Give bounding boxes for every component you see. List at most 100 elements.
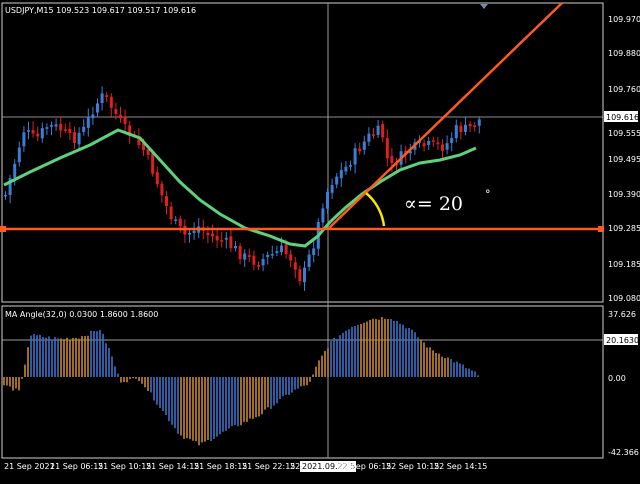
candle [390, 156, 394, 164]
candle [96, 103, 99, 113]
candle [261, 259, 265, 266]
candle [188, 233, 191, 235]
candle [326, 191, 329, 209]
candle [238, 246, 242, 260]
candle [151, 153, 155, 174]
candle [464, 124, 467, 132]
horizontal-line-handle-right[interactable] [598, 226, 604, 232]
price-axis-label: 109.080 [608, 294, 640, 303]
time-axis-label: 22 [290, 462, 300, 471]
candle [270, 254, 274, 256]
candle [477, 119, 481, 126]
candle [436, 142, 440, 145]
candle [114, 109, 118, 114]
candle [119, 114, 122, 119]
candle [445, 143, 449, 150]
candle [358, 148, 362, 152]
indicator-level-label: 20.1630 [606, 336, 639, 345]
time-axis-label: 21 Sep 14:15 [146, 462, 199, 471]
candle [303, 267, 306, 283]
main-chart-frame [1, 2, 604, 303]
price-axis-label: 109.555 [608, 129, 640, 138]
candle [224, 237, 228, 240]
candle [77, 132, 81, 145]
indicator-title: MA Angle(32,0) 0.0300 1.8600 1.8600 [5, 310, 158, 319]
indicator-histogram [3, 317, 479, 446]
candle [353, 148, 357, 165]
candle [385, 138, 389, 159]
chart-canvas[interactable]: ∝= 20 ° USDJPY,M15 109.523 109.617 109.5… [0, 0, 640, 480]
candle [252, 255, 256, 265]
candle [376, 125, 380, 135]
candle [450, 138, 454, 143]
candle [206, 232, 210, 236]
time-axis-label: 22 Sep 14:15 [434, 462, 487, 471]
candle [45, 127, 49, 129]
candle [82, 126, 86, 132]
candle [275, 251, 279, 253]
candle [4, 194, 7, 197]
price-axis-label: 109.970 [608, 15, 640, 24]
candle [298, 269, 302, 282]
price-axis-label: 109.495 [608, 155, 640, 164]
price-axis-label: 109.390 [608, 190, 640, 199]
angle-arc [365, 192, 386, 227]
chart-window[interactable]: ∝= 20 ° USDJPY,M15 109.523 109.617 109.5… [0, 0, 640, 480]
indicator-axis-label: -42.366 [608, 448, 639, 457]
candle [431, 140, 435, 142]
candle [293, 262, 297, 270]
candle [73, 132, 76, 143]
candle [330, 184, 334, 193]
candle [174, 219, 178, 221]
time-axis-label: 21 Sep 06:15 [50, 462, 103, 471]
candle [459, 125, 463, 133]
candle [105, 95, 109, 98]
candle [234, 246, 237, 249]
horizontal-line-handle-left[interactable] [0, 226, 6, 232]
candle [192, 230, 196, 233]
candle [169, 206, 173, 220]
candle [372, 134, 375, 136]
time-axis-label: 21 Sep 18:15 [194, 462, 247, 471]
price-axis-label: 109.760 [608, 85, 640, 94]
candle [155, 172, 159, 185]
candle [22, 132, 26, 147]
candle [123, 116, 127, 124]
time-axis-label: 22 Sep 10:15 [386, 462, 439, 471]
candle [266, 254, 270, 258]
candle [243, 253, 247, 260]
candle [211, 233, 214, 237]
candle [178, 218, 182, 227]
candle [59, 123, 63, 131]
main-chart-title: USDJPY,M15 109.523 109.617 109.517 109.6… [5, 6, 196, 15]
candle [289, 254, 293, 261]
degree-symbol: ° [485, 188, 491, 201]
candle [31, 130, 35, 134]
indicator-axis-label: 0.00 [608, 374, 626, 383]
candle [307, 254, 311, 268]
candle [13, 163, 17, 178]
chart-shift-icon[interactable] [480, 4, 488, 9]
price-axis-label: 109.285 [608, 224, 640, 233]
candle [381, 124, 385, 138]
candle [349, 165, 352, 167]
candle [339, 170, 343, 179]
candle [441, 144, 444, 151]
candle [54, 124, 58, 127]
candle [220, 240, 224, 242]
indicator-frame [1, 305, 604, 459]
angle-label: ∝= 20 [404, 193, 463, 215]
candle [257, 265, 260, 267]
candle [36, 133, 40, 137]
candle [280, 245, 283, 253]
candle [321, 208, 325, 223]
candle [27, 130, 30, 132]
candle [284, 244, 288, 255]
time-axis-label: 21 Sep 22:15 [242, 462, 295, 471]
candle [160, 183, 164, 196]
candle [312, 248, 316, 255]
time-axis-label: 21 Sep 2021 [4, 462, 55, 471]
candle [344, 166, 348, 172]
candle [367, 133, 371, 142]
price-axis-label: 109.880 [608, 49, 640, 58]
